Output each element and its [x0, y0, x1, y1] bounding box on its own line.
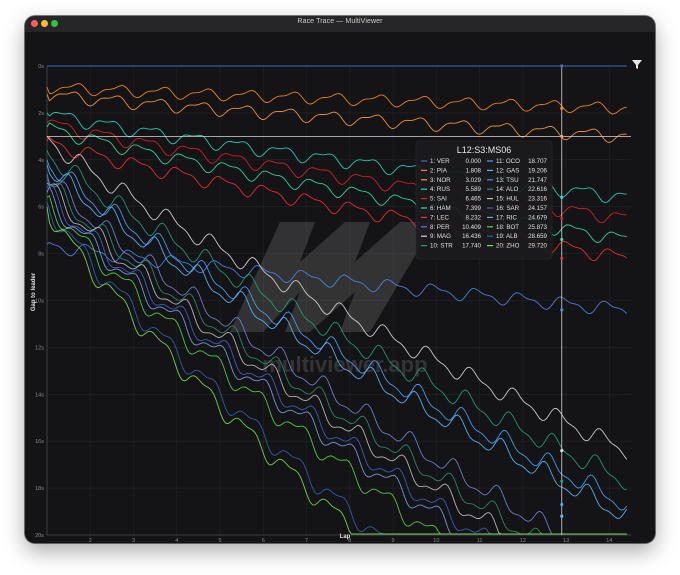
tooltip-gap-value: 17.740	[462, 243, 481, 250]
title-bar: Race Trace — MultiViewer	[25, 16, 655, 33]
tooltip-gap-value: 22.616	[528, 186, 547, 193]
tooltip-driver-label: 11: OCO	[496, 158, 520, 165]
tooltip-driver-label: 17: RIC	[496, 214, 518, 221]
tooltip-driver-label: 9: MAG	[430, 233, 451, 240]
tooltip-driver-label: 13: TSU	[496, 177, 519, 184]
x-axis-label: Lap	[340, 534, 351, 540]
tooltip-gap-value: 6.465	[466, 196, 482, 203]
tooltip-driver-label: 14: ALO	[496, 186, 519, 193]
tooltip-driver-label: 16: SAR	[496, 205, 520, 212]
x-tick-label: 11	[477, 538, 483, 543]
watermark-text: multiviewer.app	[262, 352, 427, 377]
cursor-marker	[560, 134, 564, 138]
tooltip-gap-value: 3.029	[466, 177, 482, 184]
tooltip-driver-label: 12: GAS	[496, 167, 519, 174]
tooltip-gap-value: 25.873	[528, 224, 547, 231]
tooltip-driver-label: 2: PIA	[430, 167, 448, 174]
cursor-marker	[560, 237, 564, 242]
tooltip-gap-value: 23.316	[528, 196, 547, 203]
x-tick-label: 2	[89, 538, 92, 543]
x-tick-label: 6	[262, 538, 265, 543]
tooltip-gap-value: 7.399	[466, 205, 482, 212]
y-tick-label: 18s	[35, 486, 44, 492]
y-tick-label: 8s	[38, 252, 44, 258]
x-tick-label: 5	[219, 538, 222, 543]
cursor-marker	[560, 64, 564, 68]
cursor-marker	[560, 448, 564, 453]
x-tick-label: 10	[433, 538, 439, 543]
tooltip-driver-label: 19: ALB	[496, 233, 518, 240]
y-tick-label: 6s	[38, 205, 44, 211]
tooltip-gap-value: 29.720	[528, 243, 547, 250]
tooltip-driver-label: 15: HUL	[496, 196, 519, 203]
y-tick-label: 16s	[35, 439, 44, 445]
x-tick-label: 14	[606, 538, 612, 543]
cursor-marker	[560, 502, 564, 507]
cursor-marker	[560, 106, 564, 110]
tooltip-title: L12:S3:MS06	[457, 145, 512, 155]
y-tick-label: 4s	[38, 158, 44, 164]
tooltip-gap-value: 5.589	[466, 186, 482, 193]
race-trace-chart[interactable]: multiviewer.app 2 3 4 5 6 7 8 9 10 11 12 13 14 0s2s4…	[25, 32, 655, 543]
y-tick-label: 20s	[35, 533, 44, 539]
tooltip-gap-value: 10.409	[462, 224, 481, 231]
tooltip-driver-label: 20: ZHO	[496, 243, 520, 250]
y-axis-label: Gap to leader	[31, 272, 37, 311]
app-window: Race Trace — MultiViewer multiviewer.app…	[25, 16, 655, 543]
y-tick-label: 2s	[38, 111, 44, 117]
x-tick-label: 13	[563, 538, 569, 543]
tooltip-gap-value: 19.206	[528, 167, 547, 174]
y-tick-label: 0s	[38, 64, 44, 70]
cursor-marker	[560, 514, 564, 518]
y-tick-label: 12s	[35, 345, 44, 351]
x-tick-label: 4	[175, 538, 178, 543]
tooltip-gap-value: 8.232	[466, 214, 482, 221]
tooltip-driver-label: 6: HAM	[430, 205, 451, 212]
tooltip-driver-label: 8: PER	[430, 224, 450, 231]
tooltip-gap-value: 21.747	[528, 177, 547, 184]
tooltip-gap-value: 24.157	[528, 205, 547, 212]
window-title: Race Trace — MultiViewer	[297, 18, 383, 25]
tooltip-gap-value: 18.707	[528, 158, 547, 165]
x-tick-label: 7	[305, 538, 308, 543]
tooltip-gap-value: 0.000	[466, 158, 482, 165]
cursor-marker	[560, 195, 564, 199]
y-tick-label: 14s	[35, 392, 44, 398]
x-tick-label: 3	[132, 538, 135, 543]
tooltip-driver-label: 18: BOT	[496, 224, 519, 231]
cursor-marker	[560, 308, 564, 312]
tooltip-driver-label: 10: STR	[430, 243, 453, 250]
tooltip-driver-label: 5: SAI	[430, 196, 447, 203]
tooltip-driver-label: 7: LEC	[430, 214, 449, 221]
tooltip-driver-label: 3: NOR	[430, 177, 451, 184]
cursor-marker	[560, 256, 564, 260]
tooltip-gap-value: 24.679	[528, 214, 547, 221]
tooltip-driver-label: 1: VER	[430, 158, 450, 165]
tooltip-gap-value: 1.808	[466, 167, 482, 174]
cursor-marker	[560, 216, 564, 221]
tooltip-panel: L12:S3:MS06 1: VER 0.000 2: PIA 1.808 3: NOR…	[415, 140, 553, 260]
x-tick-label: 9	[392, 538, 395, 543]
cursor-marker	[560, 479, 564, 483]
tooltip-gap-value: 16.436	[462, 233, 481, 240]
tooltip-driver-label: 4: RUS	[430, 186, 450, 193]
tooltip-gap-value: 28.659	[528, 233, 547, 240]
x-tick-label: 12	[520, 538, 526, 543]
